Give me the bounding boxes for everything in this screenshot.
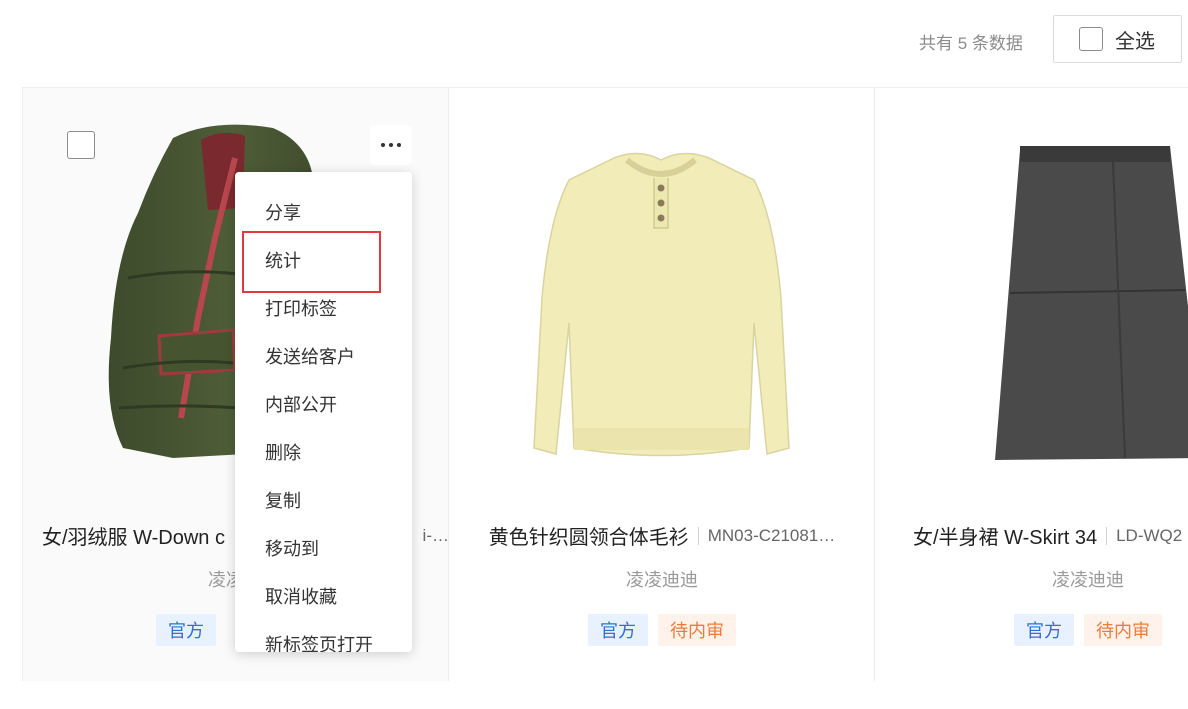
context-menu: 分享 统计 打印标签 发送给客户 内部公开 删除 复制 移动到 取消收藏 新标签… bbox=[235, 172, 412, 652]
menu-item-open-new-tab[interactable]: 新标签页打开 bbox=[235, 621, 412, 652]
product-code: i-… bbox=[422, 525, 449, 545]
product-title: 黄色针织圆领合体毛衫 bbox=[488, 527, 689, 549]
menu-item-internal-public[interactable]: 内部公开 bbox=[235, 381, 412, 429]
top-bar: 共有 5 条数据 全选 bbox=[0, 0, 1188, 80]
product-image-yellow-sweater[interactable] bbox=[449, 118, 875, 478]
total-count-text: 共有 5 条数据 bbox=[919, 34, 1023, 53]
product-code: LD-WQ2 bbox=[1116, 525, 1183, 545]
card-title-row: 女/半身裙 W-Skirt 34 LD-WQ2 bbox=[875, 521, 1188, 550]
tag-pending-review: 待内审 bbox=[1084, 614, 1162, 646]
product-title: 女/半身裙 W-Skirt 34 bbox=[913, 527, 1098, 549]
product-brand: 凌凌迪迪 bbox=[1052, 570, 1124, 590]
select-all-button[interactable]: 全选 bbox=[1053, 15, 1182, 63]
title-divider bbox=[1106, 526, 1108, 545]
product-title: 女/羽绒服 W-Down c bbox=[42, 527, 225, 549]
title-divider bbox=[697, 526, 699, 545]
product-grid: 女/羽绒服 W-Down c i-… 凌凌 官方 黄色针织圆领合体毛衫 MN03… bbox=[22, 87, 1188, 681]
menu-item-print-label[interactable]: 打印标签 bbox=[235, 285, 412, 333]
menu-item-statistics[interactable]: 统计 bbox=[235, 237, 412, 285]
tag-official: 官方 bbox=[1014, 614, 1074, 646]
product-card[interactable]: 黄色针织圆领合体毛衫 MN03-C21081… 凌凌迪迪 官方 待内审 bbox=[449, 88, 875, 681]
product-image-skirt[interactable] bbox=[875, 118, 1188, 478]
menu-item-send-to-customer[interactable]: 发送给客户 bbox=[235, 333, 412, 381]
more-options-button[interactable] bbox=[370, 125, 412, 165]
menu-item-share[interactable]: 分享 bbox=[235, 189, 412, 237]
product-code: MN03-C21081… bbox=[707, 525, 836, 545]
select-all-checkbox[interactable] bbox=[1079, 27, 1103, 51]
card-title-row: 黄色针织圆领合体毛衫 MN03-C21081… bbox=[449, 521, 875, 550]
product-brand: 凌凌迪迪 bbox=[626, 570, 698, 590]
card-checkbox[interactable] bbox=[67, 131, 95, 159]
select-all-label: 全选 bbox=[1115, 30, 1155, 53]
menu-item-unfavorite[interactable]: 取消收藏 bbox=[235, 573, 412, 621]
tag-list: 官方 待内审 bbox=[449, 614, 875, 646]
menu-item-delete[interactable]: 删除 bbox=[235, 429, 412, 477]
tag-pending-review: 待内审 bbox=[658, 614, 736, 646]
tag-official: 官方 bbox=[156, 614, 216, 646]
menu-item-move-to[interactable]: 移动到 bbox=[235, 525, 412, 573]
tag-official: 官方 bbox=[588, 614, 648, 646]
tag-list: 官方 待内审 bbox=[875, 614, 1188, 646]
product-card[interactable]: 女/半身裙 W-Skirt 34 LD-WQ2 凌凌迪迪 官方 待内审 bbox=[875, 88, 1188, 681]
menu-item-copy[interactable]: 复制 bbox=[235, 477, 412, 525]
